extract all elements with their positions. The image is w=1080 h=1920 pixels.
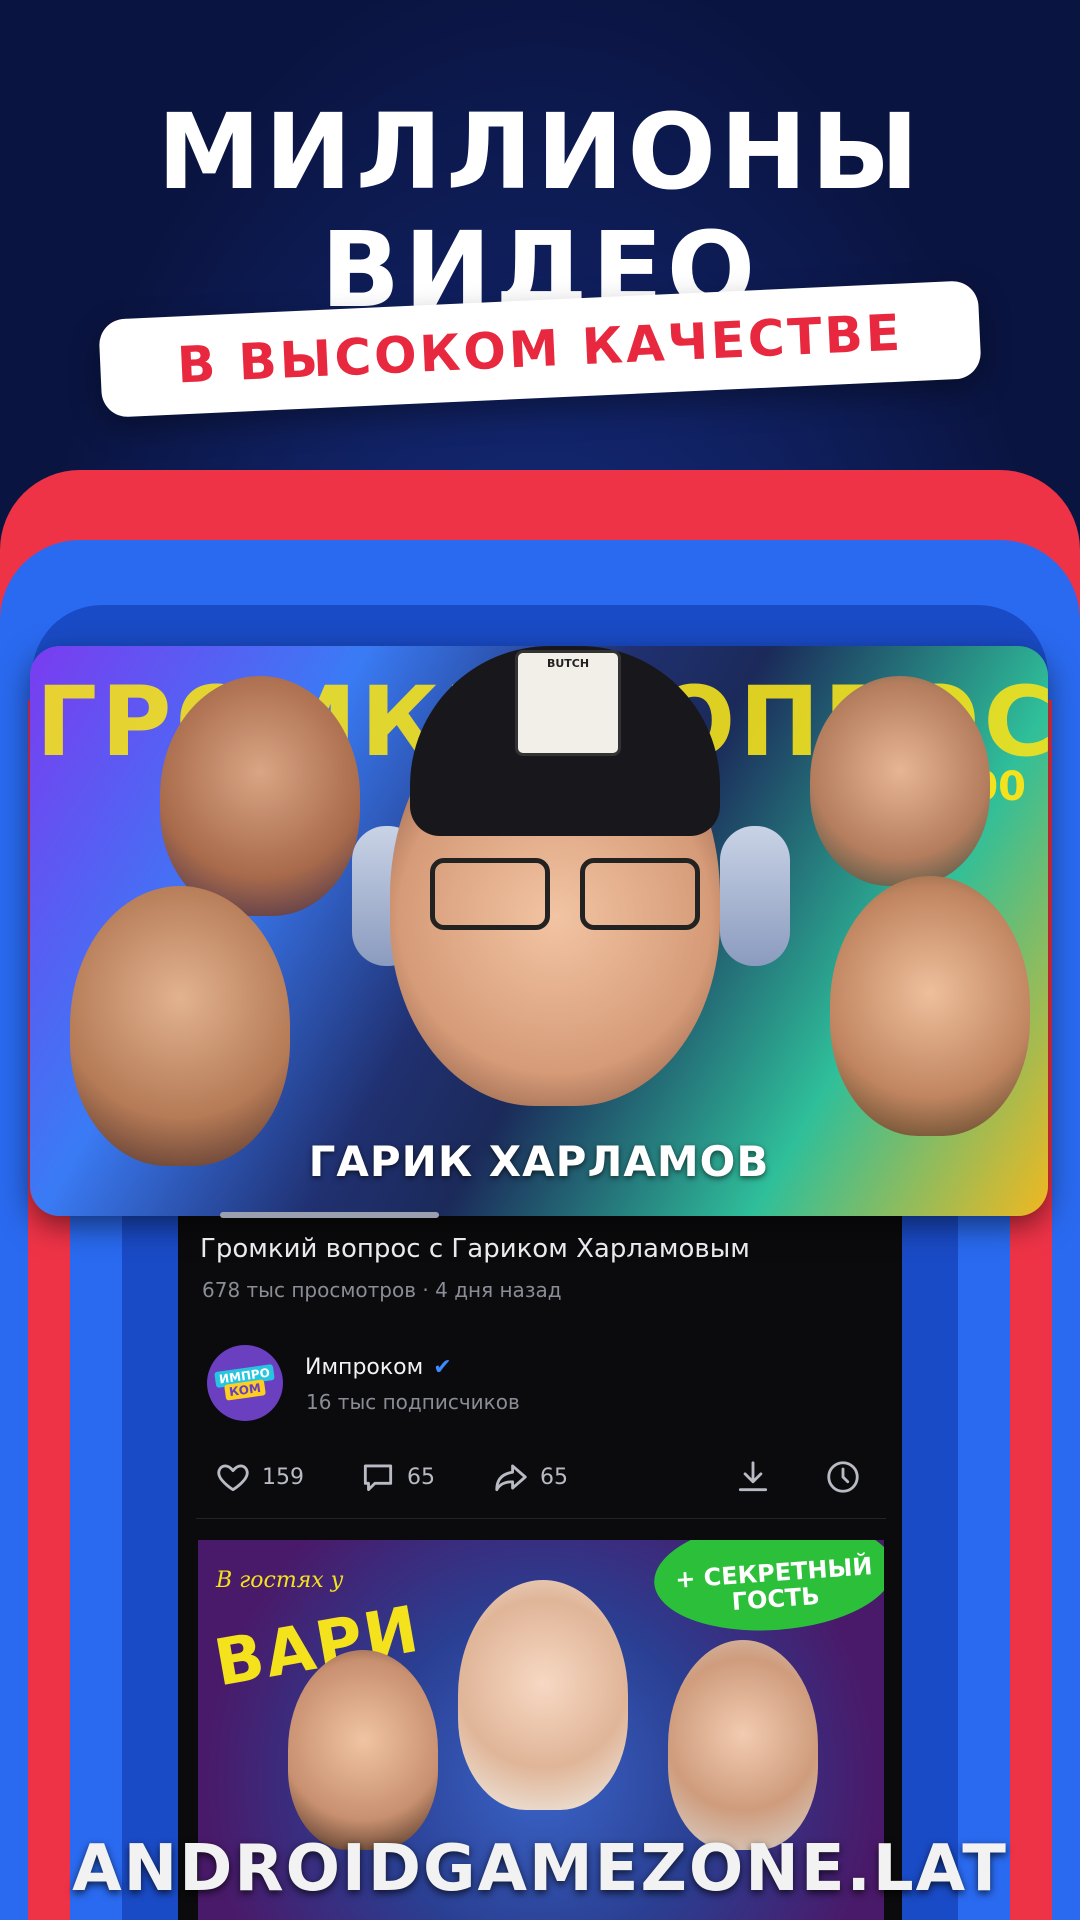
watermark: ANDROIDGAMEZONE.LAT xyxy=(72,1832,1008,1906)
guest-face-left xyxy=(288,1650,438,1850)
share-button[interactable]: 65 xyxy=(492,1458,568,1496)
cap-patch: BUTCH xyxy=(515,650,621,756)
guest-face-right xyxy=(668,1640,818,1850)
secret-guest-label: + СЕКРЕТНЫЙ ГОСТЬ xyxy=(674,1551,874,1616)
glasses xyxy=(430,858,700,930)
subscriber-count: 16 тыс подписчиков xyxy=(306,1390,520,1414)
view-count: 678 тыс просмотров xyxy=(202,1278,417,1302)
video-meta: 678 тыс просмотров · 4 дня назад xyxy=(202,1278,562,1302)
headline-line-1: МИЛЛИОНЫ xyxy=(157,91,923,213)
download-button[interactable] xyxy=(734,1458,772,1496)
channel-name[interactable]: Импроком ✔ xyxy=(305,1355,452,1380)
show-logo-small: В гостях у xyxy=(216,1568,344,1593)
guest-face-bottom-right xyxy=(830,876,1030,1136)
guest-face-top-right xyxy=(810,676,990,886)
guest-face-top-left xyxy=(160,676,360,916)
channel-avatar[interactable]: ИМПРО КОМ xyxy=(207,1345,283,1421)
divider xyxy=(196,1518,886,1519)
comment-button[interactable]: 65 xyxy=(359,1458,435,1496)
thumbnail-caption: ГАРИК ХАРЛАМОВ xyxy=(308,1137,770,1186)
download-icon xyxy=(738,1461,768,1492)
share-count: 65 xyxy=(540,1464,568,1490)
comment-count: 65 xyxy=(407,1464,435,1490)
secret-guest-badge: + СЕКРЕТНЫЙ ГОСТЬ xyxy=(650,1540,884,1639)
share-icon xyxy=(495,1464,527,1492)
headphone-right xyxy=(720,826,790,966)
post-date: 4 дня назад xyxy=(435,1278,562,1302)
heart-icon xyxy=(217,1464,249,1492)
host-face-center xyxy=(458,1580,628,1810)
like-count: 159 xyxy=(262,1464,304,1490)
cap-patch-label: BUTCH xyxy=(546,657,590,670)
watch-progress-bar xyxy=(220,1212,439,1218)
clock-icon xyxy=(827,1461,859,1493)
channel-name-label: Импроком xyxy=(305,1355,424,1380)
like-button[interactable]: 159 xyxy=(214,1458,304,1496)
video-actions: 159 65 65 xyxy=(214,1458,874,1502)
quality-pill-label: В ВЫСОКОМ КАЧЕСТВЕ xyxy=(175,303,905,395)
video-title[interactable]: Громкий вопрос с Гариком Харламовым xyxy=(200,1234,750,1264)
comment-icon xyxy=(363,1464,393,1492)
meta-separator: · xyxy=(422,1278,429,1302)
featured-video-thumbnail[interactable]: ГРОМКИЙ ВОПРОС ₽100 BUTCH ГАРИК ХАРЛАМОВ xyxy=(30,646,1048,1216)
watch-later-button[interactable] xyxy=(824,1458,862,1496)
promo-page: МИЛЛИОНЫ ВИДЕО В ВЫСОКОМ КАЧЕСТВЕ ГРОМКИ… xyxy=(0,0,1080,1920)
checkmark-icon: ✔ xyxy=(433,1355,452,1380)
guest-face-bottom-left xyxy=(70,886,290,1166)
